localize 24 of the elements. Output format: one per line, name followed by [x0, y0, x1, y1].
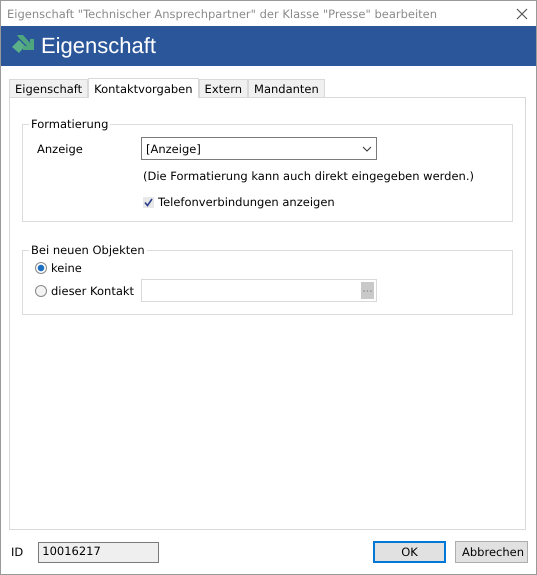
hint-text: (Die Formatierung kann auch direkt eingegeben werden.): [143, 169, 475, 184]
header-title: Eigenschaft: [41, 33, 156, 60]
group-title: Formatierung: [30, 117, 110, 132]
window-title: Eigenschaft "Technischer Ansprechpartner" der Klasse "Presse" bearbeiten: [7, 6, 438, 21]
group-title: Bei neuen Objekten: [30, 243, 146, 258]
radio-button[interactable]: [35, 262, 47, 274]
radio-button[interactable]: [35, 284, 47, 297]
chevron-down-icon: [362, 146, 372, 152]
field-label: Anzeige: [36, 142, 84, 156]
cancel-button[interactable]: Abbrechen: [455, 541, 528, 564]
checkbox-label: Telefonverbindungen anzeigen: [158, 195, 335, 210]
radio-label: dieser Kontakt: [51, 284, 134, 298]
ok-button[interactable]: OK: [373, 541, 446, 564]
contact-field[interactable]: [141, 279, 377, 302]
tab[interactable]: Extern: [198, 79, 248, 98]
display-dropdown[interactable]: [Anzeige]: [141, 137, 377, 160]
id-field: 10016217: [38, 542, 160, 563]
tab[interactable]: Mandanten: [248, 79, 325, 98]
radio-label: keine: [51, 261, 82, 276]
tab[interactable]: Eigenschaft: [9, 79, 88, 98]
close-icon[interactable]: [516, 8, 528, 20]
tab[interactable]: Kontaktvorgaben: [88, 78, 199, 98]
id-label: ID: [11, 545, 24, 560]
checkbox[interactable]: [143, 196, 154, 208]
